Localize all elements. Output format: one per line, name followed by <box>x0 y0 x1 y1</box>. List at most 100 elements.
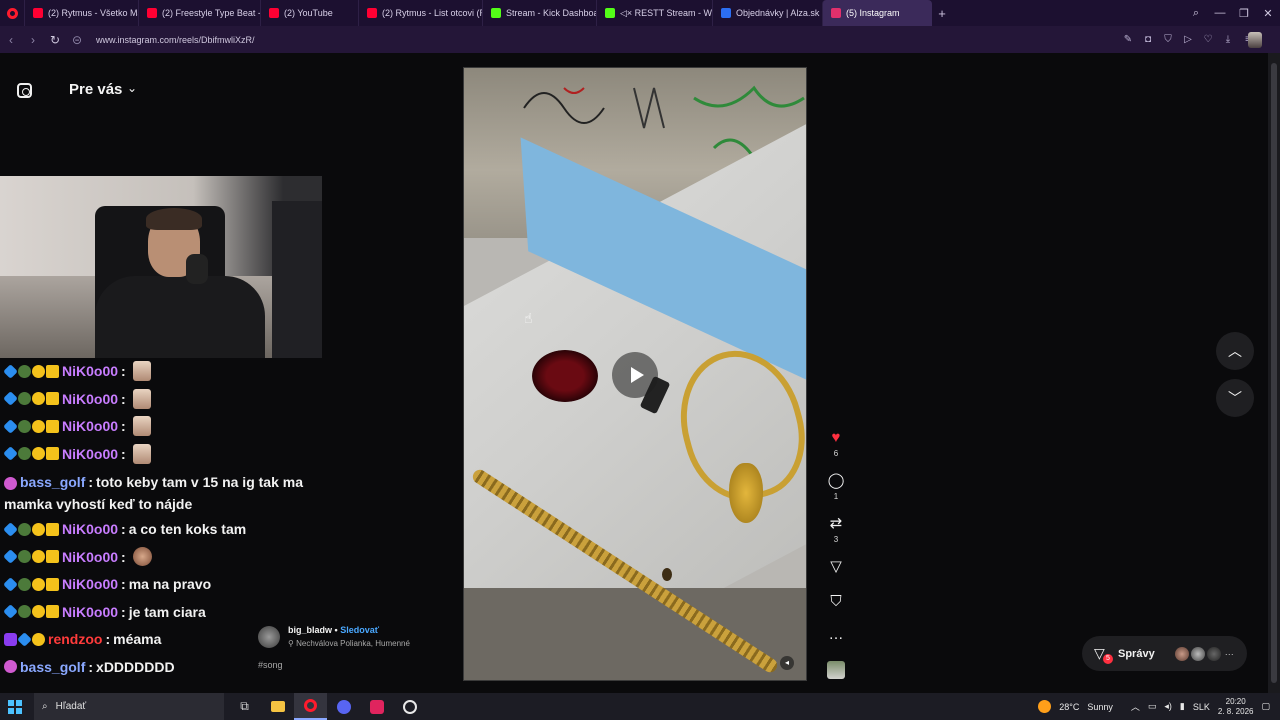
reel-video[interactable]: ☝ ◂ <box>463 67 807 681</box>
play-button[interactable] <box>612 352 658 398</box>
youtube-icon <box>147 8 157 18</box>
chat-badges <box>3 576 59 592</box>
chat-badges <box>4 476 17 490</box>
volume-icon[interactable]: ◂ <box>780 656 794 670</box>
more-icon: ··· <box>1224 648 1234 659</box>
clock[interactable]: 20:20 2. 8. 2026 <box>1218 697 1254 717</box>
tab-freestyle-beat[interactable]: (2) Freestyle Type Beat - "F <box>138 0 260 26</box>
kick-icon <box>491 8 501 18</box>
repost-count: 3 <box>833 535 839 544</box>
app-icon[interactable] <box>393 693 426 720</box>
post-location[interactable]: ⚲ Nechválova Polianka, Humenné <box>288 639 410 648</box>
taskbar-search-placeholder: Hľadať <box>55 701 87 712</box>
tab-search-icon[interactable]: ⌕ <box>1184 7 1208 20</box>
repost-button[interactable]: ⇄ 3 <box>824 516 848 545</box>
tab-youtube[interactable]: (2) YouTube <box>260 0 358 26</box>
chat-message: NiK0o00: <box>3 361 324 381</box>
chat-text: a co ten koks tam <box>128 521 247 537</box>
language-indicator[interactable]: SLK <box>1193 702 1210 712</box>
play-icon[interactable]: ▷ <box>1182 34 1194 45</box>
post-username[interactable]: big_bladw <box>288 625 332 635</box>
windows-start-icon[interactable] <box>0 693 30 720</box>
location-pin-icon: ⚲ <box>288 639 297 648</box>
audio-thumbnail[interactable] <box>827 661 845 679</box>
chat-nick: rendzoo <box>48 631 103 647</box>
chevron-down-icon[interactable]: ⌄ <box>127 81 137 95</box>
obs-icon[interactable] <box>360 693 393 720</box>
heart-icon[interactable]: ♡ <box>1202 34 1214 45</box>
search-icon: ⌕ <box>42 701 48 712</box>
tab-instagram[interactable]: (5) Instagram <box>822 0 932 26</box>
site-info-icon[interactable]: ⊝ <box>66 33 88 47</box>
chat-message: bass_golf: toto keby tam v 15 na ig tak m… <box>4 474 303 512</box>
post-author-avatar[interactable] <box>258 626 280 648</box>
tab-rytmus-list[interactable]: (2) Rytmus - List otcovi (R <box>358 0 482 26</box>
close-button[interactable]: ✕ <box>1256 7 1280 20</box>
weather-text[interactable]: Sunny <box>1087 702 1113 712</box>
volume-icon[interactable]: ◂) <box>1164 701 1172 712</box>
weather-sun-icon <box>1038 700 1052 713</box>
reload-icon[interactable]: ↻ <box>44 33 66 47</box>
url-field[interactable]: www.instagram.com/reels/DbifmwliXzR/ <box>96 35 255 45</box>
comment-button[interactable]: ◯ 1 <box>824 473 848 502</box>
shield-icon[interactable]: ⛉ <box>1162 34 1174 45</box>
tab-alza[interactable]: Objednávky | Alza.sk <box>712 0 822 26</box>
heart-icon: ♥ <box>831 429 841 446</box>
taskbar-apps: ⧉ <box>228 693 426 720</box>
forward-icon[interactable]: › <box>22 33 44 47</box>
minimize-button[interactable]: — <box>1208 7 1232 19</box>
chat-badges <box>4 660 17 673</box>
video-pendant <box>729 463 763 523</box>
more-options-button[interactable]: … <box>824 627 848 643</box>
network-icon[interactable]: ▭ <box>1148 701 1157 712</box>
messages-button[interactable]: ▽ 5 Správy ··· <box>1082 636 1247 671</box>
video-tin <box>532 350 598 402</box>
send-icon: ▽ <box>830 558 842 575</box>
microphone <box>186 254 208 284</box>
address-bar: ‹ › ↻ ⊝ www.instagram.com/reels/Dbifmwli… <box>0 26 1280 53</box>
kick-icon <box>605 8 615 18</box>
chat-app-icon[interactable] <box>327 693 360 720</box>
windows-taskbar: ⌕ Hľadať ⧉ 28°C Sunny ︿ ▭ ◂) ▮ SLK 20:20… <box>0 693 1280 720</box>
chat-emote <box>132 443 151 464</box>
weather-temperature[interactable]: 28°C <box>1059 702 1079 712</box>
like-button[interactable]: ♥ 6 <box>824 429 848 459</box>
chat-nick: bass_golf <box>20 474 86 490</box>
opera-gx-icon[interactable] <box>294 693 327 720</box>
camera-icon[interactable]: ◘ <box>1142 34 1154 45</box>
feed-title[interactable]: Pre vás <box>69 81 122 98</box>
page-scrollbar[interactable] <box>1268 53 1280 693</box>
scrollbar-thumb[interactable] <box>1271 63 1277 683</box>
restore-button[interactable]: ❐ <box>1232 7 1256 20</box>
back-icon[interactable]: ‹ <box>0 33 22 47</box>
share-button[interactable]: ▽ <box>824 559 848 575</box>
profile-avatar[interactable] <box>1248 32 1262 48</box>
task-view-icon[interactable]: ⧉ <box>228 693 261 720</box>
opera-logo-icon[interactable] <box>0 0 24 26</box>
follow-button[interactable]: Sledovať <box>340 625 379 635</box>
tab-restt-stream[interactable]: ◁× RESTT Stream - Watch <box>596 0 712 26</box>
chat-message: NiK0o00: <box>3 388 324 409</box>
notifications-icon[interactable]: ▢ <box>1261 701 1270 712</box>
previous-reel-button[interactable]: ︿ <box>1216 332 1254 370</box>
save-button[interactable]: ⛉ <box>824 594 848 610</box>
microphone-icon[interactable]: ▮ <box>1180 701 1185 712</box>
next-reel-button[interactable]: ﹀ <box>1216 379 1254 417</box>
download-icon[interactable]: ⤓ <box>1222 34 1234 45</box>
alza-icon <box>721 8 731 18</box>
file-explorer-icon[interactable] <box>261 693 294 720</box>
video-floor <box>464 588 806 680</box>
chat-badges <box>4 631 45 647</box>
tab-rytmus-vsetko[interactable]: (2) Rytmus - Všetko Má Svoj <box>24 0 138 26</box>
instagram-logo-icon[interactable] <box>17 83 32 98</box>
messages-label: Správy <box>1118 647 1155 660</box>
edit-icon[interactable]: ✎ <box>1122 34 1134 45</box>
messages-badge: 5 <box>1103 654 1113 664</box>
system-tray: 28°C Sunny ︿ ▭ ◂) ▮ SLK 20:20 2. 8. 2026… <box>1038 693 1270 720</box>
new-tab-button[interactable]: + <box>932 6 952 21</box>
tab-kick-dashboard[interactable]: Stream - Kick Dashboard <box>482 0 596 26</box>
youtube-icon <box>367 8 377 18</box>
taskbar-search[interactable]: ⌕ Hľadať <box>34 693 224 720</box>
chevron-up-icon[interactable]: ︿ <box>1131 700 1140 713</box>
post-hashtag[interactable]: #song <box>258 660 283 670</box>
